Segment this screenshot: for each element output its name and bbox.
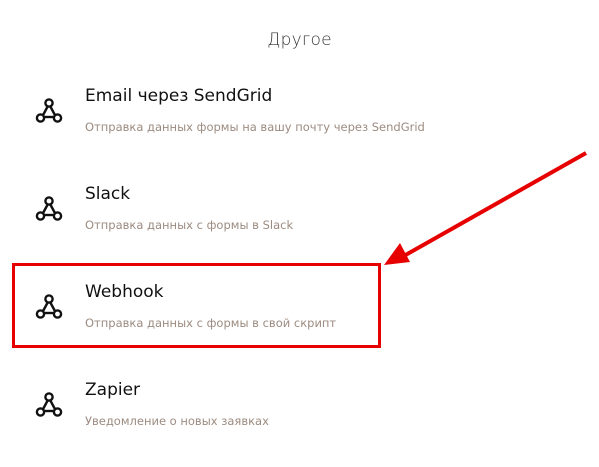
integration-name: Email через SendGrid: [85, 86, 273, 106]
integration-item-slack[interactable]: Slack Отправка данных с формы в Slack: [24, 180, 524, 250]
integration-description: Уведомление о новых заявках: [85, 414, 269, 428]
integration-nodes-icon: [34, 292, 64, 322]
integration-name: Webhook: [85, 282, 164, 302]
integration-description: Отправка данных формы на вашу почту чере…: [85, 120, 425, 134]
integration-nodes-icon: [34, 194, 64, 224]
integration-item-webhook[interactable]: Webhook Отправка данных с формы в свой с…: [24, 278, 524, 348]
integration-item-sendgrid[interactable]: Email через SendGrid Отправка данных фор…: [24, 82, 524, 152]
section-title: Другое: [267, 30, 332, 50]
integration-name: Slack: [85, 184, 131, 204]
integration-description: Отправка данных с формы в Slack: [85, 218, 294, 232]
integration-nodes-icon: [34, 390, 64, 420]
integrations-page: Другое Email через SendGrid Отправка дан…: [0, 0, 599, 467]
integration-nodes-icon: [34, 96, 64, 126]
integration-name: Zapier: [85, 380, 141, 400]
integration-item-zapier[interactable]: Zapier Уведомление о новых заявках: [24, 376, 524, 446]
integration-description: Отправка данных с формы в свой скрипт: [85, 316, 337, 330]
